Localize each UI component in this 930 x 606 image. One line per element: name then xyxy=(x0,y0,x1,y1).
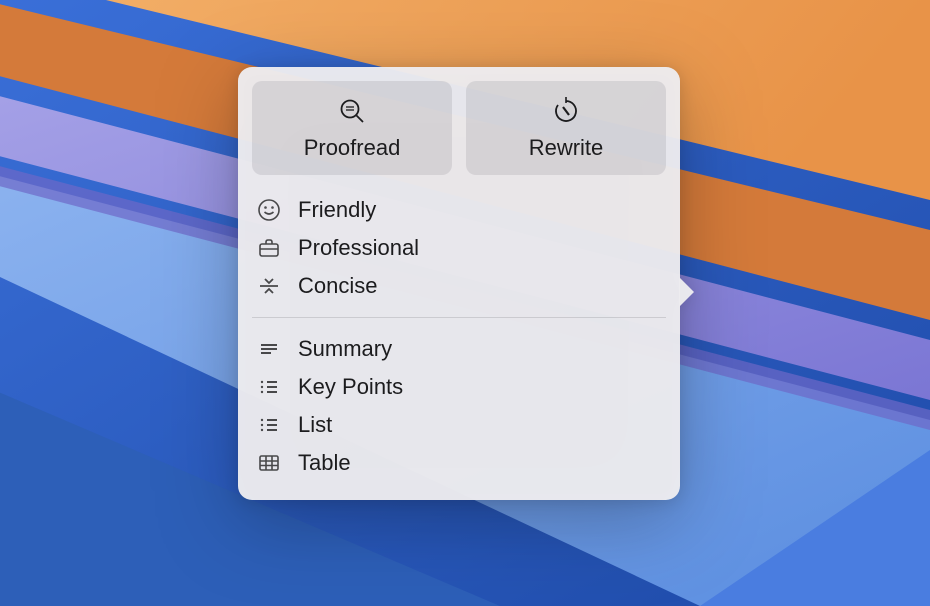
rewrite-button[interactable]: Rewrite xyxy=(466,81,666,175)
primary-actions-row: Proofread Rewrite xyxy=(252,81,666,175)
proofread-button[interactable]: Proofread xyxy=(252,81,452,175)
tone-item-friendly[interactable]: Friendly xyxy=(252,191,666,229)
briefcase-icon xyxy=(256,235,282,261)
tone-item-concise[interactable]: Concise xyxy=(252,267,666,305)
text-lines-icon xyxy=(256,336,282,362)
menu-item-label: List xyxy=(298,412,332,438)
format-item-table[interactable]: Table xyxy=(252,444,666,482)
menu-item-label: Concise xyxy=(298,273,377,299)
tone-item-professional[interactable]: Professional xyxy=(252,229,666,267)
format-item-key-points[interactable]: Key Points xyxy=(252,368,666,406)
format-item-summary[interactable]: Summary xyxy=(252,330,666,368)
menu-item-label: Key Points xyxy=(298,374,403,400)
rewrite-label: Rewrite xyxy=(529,135,604,161)
menu-item-label: Table xyxy=(298,450,351,476)
proofread-label: Proofread xyxy=(304,135,401,161)
table-icon xyxy=(256,450,282,476)
rewrite-cycle-icon xyxy=(552,97,580,125)
section-divider xyxy=(252,317,666,318)
collapse-icon xyxy=(256,273,282,299)
bullet-list-icon xyxy=(256,374,282,400)
magnifier-text-icon xyxy=(338,97,366,125)
format-item-list[interactable]: List xyxy=(252,406,666,444)
writing-tools-popover: Proofread Rewrite xyxy=(238,67,680,500)
popover-arrow xyxy=(679,277,694,307)
menu-item-label: Friendly xyxy=(298,197,376,223)
tone-section: Friendly Professional xyxy=(252,187,666,309)
format-section: Summary Key Points xyxy=(252,326,666,486)
menu-item-label: Summary xyxy=(298,336,392,362)
bullet-list-icon xyxy=(256,412,282,438)
menu-item-label: Professional xyxy=(298,235,419,261)
smiley-icon xyxy=(256,197,282,223)
